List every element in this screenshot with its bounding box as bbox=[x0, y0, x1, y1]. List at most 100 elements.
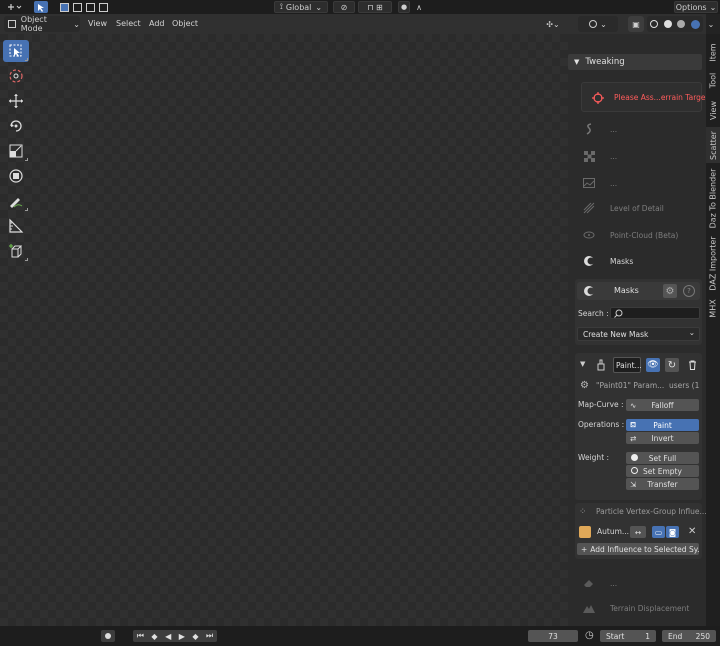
tab-view-label: View bbox=[708, 100, 718, 120]
playback-controls[interactable]: ⏮ ◆ ◀ ▶ ◆ ⏭ bbox=[133, 630, 217, 642]
xray-toggle[interactable]: ▣ bbox=[628, 16, 644, 32]
tool-move[interactable] bbox=[3, 90, 29, 112]
falloff-button[interactable]: ∿ Falloff bbox=[626, 399, 699, 411]
layer-collapse-arrow-icon[interactable]: ▼ bbox=[580, 360, 585, 368]
solid-shading-icon[interactable] bbox=[663, 20, 672, 28]
tool-measure[interactable] bbox=[3, 215, 29, 237]
create-new-mask-dropdown[interactable]: Create New Mask ⌄ bbox=[577, 327, 700, 341]
gizmo-toggle[interactable]: ✣⌄ bbox=[542, 16, 564, 32]
panel-item-eraser[interactable]: ... bbox=[582, 576, 617, 590]
link-toggle[interactable]: ↔ bbox=[630, 526, 646, 538]
tab-tool[interactable]: Tool bbox=[706, 67, 720, 93]
render-toggle[interactable]: ◙ bbox=[666, 526, 679, 538]
close-icon[interactable]: ✕ bbox=[688, 526, 696, 537]
selection-mode-set[interactable] bbox=[58, 1, 110, 13]
menu-select[interactable]: Select bbox=[116, 18, 141, 30]
set-empty-button[interactable]: Set Empty bbox=[626, 465, 699, 477]
start-frame-field[interactable]: Start 1 bbox=[600, 630, 656, 642]
extend-selection-icon[interactable] bbox=[73, 2, 82, 12]
tool-add-cube[interactable] bbox=[3, 240, 29, 262]
mask-search-input[interactable] bbox=[610, 307, 700, 319]
menu-view[interactable]: View bbox=[88, 18, 107, 30]
options-dropdown[interactable]: Options ⌄ bbox=[674, 1, 718, 13]
jump-end-icon[interactable]: ⏭ bbox=[206, 631, 213, 641]
tweaking-section-header[interactable]: ▼ Tweaking bbox=[568, 54, 702, 70]
material-shading-icon[interactable] bbox=[677, 20, 686, 28]
viewport-toggle[interactable]: ▭ bbox=[652, 526, 665, 538]
panel-item-label: Masks bbox=[610, 256, 634, 266]
help-icon[interactable]: ? bbox=[683, 285, 695, 297]
terrain-warning-box: Please Ass...errain Targe bbox=[581, 82, 706, 112]
refresh-button[interactable]: ↻ bbox=[665, 358, 679, 372]
proportional-edit-button[interactable]: ● bbox=[398, 1, 410, 13]
panel-item-point-cloud[interactable]: Point-Cloud (Beta) bbox=[582, 228, 678, 242]
tab-scatter[interactable]: Scatter bbox=[706, 127, 720, 163]
panel-item-scatter[interactable]: ... bbox=[582, 122, 617, 136]
tab-mhx[interactable]: MHX bbox=[706, 296, 720, 320]
invert-operation-button[interactable]: ⇄ Invert bbox=[626, 432, 699, 444]
panel-item-label: ... bbox=[610, 178, 618, 188]
tool-annotate[interactable] bbox=[3, 190, 29, 212]
mode-dropdown[interactable]: Object Mode ⌄ bbox=[4, 15, 80, 33]
menu-object[interactable]: Object bbox=[172, 18, 198, 30]
current-frame-field[interactable]: 73 bbox=[528, 630, 578, 642]
tab-view[interactable]: View bbox=[706, 96, 720, 124]
editor-type-button[interactable] bbox=[3, 1, 25, 13]
play-icon[interactable]: ▶ bbox=[179, 632, 185, 641]
wireframe-shading-icon[interactable] bbox=[649, 20, 658, 28]
tool-rotate[interactable] bbox=[3, 115, 29, 137]
visibility-toggle[interactable]: 👁 bbox=[646, 358, 660, 372]
overlay-icon bbox=[589, 20, 598, 28]
tab-scatter-label: Scatter bbox=[708, 130, 718, 160]
select-mode-button[interactable] bbox=[34, 1, 48, 13]
chevron-down-icon: ⌄ bbox=[709, 2, 717, 12]
invert-selection-icon[interactable] bbox=[99, 2, 108, 12]
transform-icon bbox=[9, 169, 23, 183]
tab-daz-importer[interactable]: DAZ Importer bbox=[706, 233, 720, 293]
paint-operation-button[interactable]: ⛾ Paint bbox=[626, 419, 699, 431]
add-influence-button[interactable]: + Add Influence to Selected Sy... bbox=[577, 543, 699, 555]
panel-item-label: ... bbox=[610, 578, 618, 588]
panel-item-masks[interactable]: Masks bbox=[582, 254, 633, 268]
mask-layer-name[interactable]: Paint... bbox=[613, 357, 642, 373]
tool-transform[interactable] bbox=[3, 165, 29, 187]
play-reverse-icon[interactable]: ◀ bbox=[165, 632, 171, 641]
falloff-curve-button[interactable]: ∧ bbox=[411, 1, 427, 13]
shading-modes[interactable] bbox=[647, 16, 703, 32]
panel-item-checker[interactable]: ... bbox=[582, 149, 617, 163]
panel-item-level-of-detail[interactable]: Level of Detail bbox=[582, 201, 664, 215]
record-button[interactable] bbox=[101, 630, 115, 642]
overlay-toggle[interactable]: ⌄ bbox=[578, 16, 618, 32]
delete-mask-button[interactable] bbox=[685, 358, 699, 372]
transform-orientation-dropdown[interactable]: ⟟ Global ⌄ bbox=[274, 1, 328, 13]
menu-add[interactable]: Add bbox=[149, 18, 165, 30]
stopwatch-icon[interactable]: ◷ bbox=[585, 630, 594, 641]
system-color-swatch[interactable] bbox=[579, 526, 591, 538]
3d-viewport[interactable] bbox=[0, 34, 568, 626]
transfer-label: Transfer bbox=[647, 479, 678, 489]
end-frame-field[interactable]: End 250 bbox=[662, 630, 716, 642]
tool-cursor[interactable] bbox=[3, 65, 29, 87]
transfer-button[interactable]: ⇲ Transfer bbox=[626, 478, 699, 490]
rendered-shading-icon[interactable] bbox=[691, 19, 701, 29]
new-selection-icon[interactable] bbox=[60, 2, 69, 12]
gear-icon[interactable]: ⚙ bbox=[663, 284, 677, 298]
mask-params-text: "Paint01" Param... bbox=[596, 381, 665, 390]
prev-keyframe-icon[interactable]: ◆ bbox=[151, 632, 157, 641]
tool-scale[interactable] bbox=[3, 140, 29, 162]
tab-daz-to-blender[interactable]: Daz To Blender bbox=[706, 166, 720, 230]
jump-start-icon[interactable]: ⏮ bbox=[137, 631, 144, 641]
mode-label: Object Mode bbox=[20, 15, 47, 33]
set-full-button[interactable]: Set Full bbox=[626, 452, 699, 464]
shading-options[interactable]: ⌄ bbox=[704, 16, 718, 32]
snap-button[interactable]: ⊓ ⊞ bbox=[358, 1, 392, 13]
pivot-point-dropdown[interactable]: ⊘ bbox=[333, 1, 355, 13]
3d-cursor-icon bbox=[9, 69, 23, 83]
panel-item-terrain-displacement[interactable]: Terrain Displacement bbox=[582, 601, 689, 615]
tab-item[interactable]: Item bbox=[706, 38, 720, 66]
tool-select-box[interactable] bbox=[3, 40, 29, 62]
subtract-selection-icon[interactable] bbox=[86, 2, 95, 12]
next-keyframe-icon[interactable]: ◆ bbox=[192, 632, 198, 641]
orientation-value: Global bbox=[285, 2, 312, 12]
panel-item-image[interactable]: ... bbox=[582, 176, 617, 190]
